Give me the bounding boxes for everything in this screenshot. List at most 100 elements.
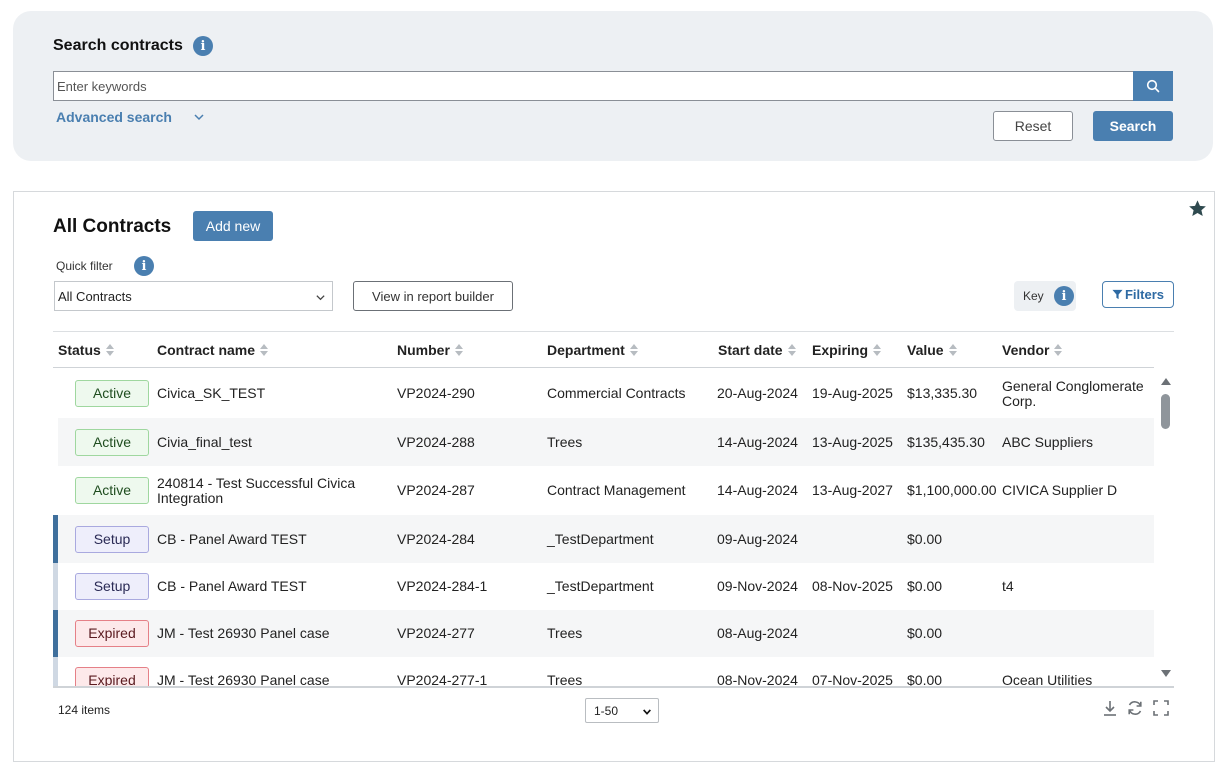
table-row[interactable]: Expired JM - Test 26930 Panel case VP202… (53, 657, 1154, 686)
contract-value: $0.00 (907, 672, 943, 687)
start-date: 08-Nov-2024 (717, 672, 798, 687)
refresh-icon[interactable] (1126, 699, 1144, 717)
chevron-down-icon (316, 295, 325, 301)
info-icon[interactable]: i (193, 36, 213, 56)
search-button[interactable]: Search (1093, 111, 1173, 141)
vendor (1002, 515, 1152, 563)
contract-name[interactable]: Civica_SK_TEST (157, 369, 387, 418)
contract-name[interactable]: 240814 - Test Successful Civica Integrat… (157, 466, 387, 515)
expiring-date: 08-Nov-2025 (812, 578, 893, 594)
contract-value: $0.00 (907, 625, 943, 641)
contract-number: VP2024-277 (397, 625, 475, 641)
column-label: Vendor (1002, 342, 1050, 358)
contract-number: VP2024-284 (397, 530, 475, 547)
sort-icon[interactable] (873, 343, 882, 357)
contract-number: VP2024-290 (397, 385, 475, 401)
column-header-department[interactable]: Department (547, 342, 639, 358)
column-header-vendor[interactable]: Vendor (1002, 342, 1063, 358)
vertical-scrollbar[interactable] (1157, 378, 1173, 678)
department: Trees (547, 672, 583, 687)
department: _TestDepartment (547, 578, 654, 594)
column-label: Contract name (157, 342, 256, 358)
column-label: Expiring (812, 342, 869, 358)
column-header-number[interactable]: Number (397, 342, 464, 358)
contract-value: $135,435.30 (907, 433, 985, 450)
status-badge: Expired (75, 620, 149, 647)
contract-name[interactable]: CB - Panel Award TEST (157, 563, 387, 610)
table-row[interactable]: Setup CB - Panel Award TEST VP2024-284-1… (53, 563, 1154, 610)
table-row[interactable]: Active Civia_final_test VP2024-288 Trees… (58, 418, 1154, 466)
star-icon[interactable] (1188, 199, 1207, 218)
sort-icon[interactable] (260, 343, 269, 357)
sort-icon[interactable] (105, 343, 115, 357)
info-icon[interactable]: i (1054, 286, 1074, 306)
table-row[interactable]: Active 240814 - Test Successful Civica I… (53, 466, 1154, 515)
scroll-thumb[interactable] (1161, 394, 1170, 429)
table-row[interactable]: Expired JM - Test 26930 Panel case VP202… (53, 610, 1154, 657)
department: Trees (547, 433, 583, 450)
quick-filter-select[interactable]: All Contracts (54, 281, 333, 311)
download-icon[interactable] (1101, 699, 1119, 717)
column-header-start-date[interactable]: Start date (718, 342, 797, 358)
add-new-button[interactable]: Add new (193, 211, 273, 241)
scroll-down-arrow-icon[interactable] (1161, 670, 1171, 677)
key-legend[interactable]: Key i (1014, 281, 1076, 311)
table-body: Active Civica_SK_TEST VP2024-290 Commerc… (53, 369, 1154, 686)
filters-button[interactable]: Filters (1102, 281, 1174, 308)
department: Commercial Contracts (547, 385, 686, 401)
start-date: 08-Aug-2024 (717, 625, 798, 641)
search-input[interactable] (53, 71, 1134, 101)
chevron-down-icon[interactable] (193, 111, 205, 123)
column-label: Value (907, 342, 944, 358)
start-date: 20-Aug-2024 (717, 385, 798, 401)
column-label: Number (397, 342, 450, 358)
sort-icon[interactable] (948, 343, 958, 357)
fullscreen-icon[interactable] (1152, 699, 1170, 717)
search-panel: Search contracts i Advanced search Reset… (13, 11, 1213, 161)
column-header-value[interactable]: Value (907, 342, 958, 358)
contracts-panel: All Contracts Add new Quick filter i All… (13, 191, 1215, 762)
reset-button[interactable]: Reset (993, 111, 1073, 141)
sort-icon[interactable] (787, 343, 797, 357)
department: Contract Management (547, 482, 686, 498)
sort-icon[interactable] (1054, 343, 1063, 357)
column-header-status[interactable]: Status (58, 342, 115, 358)
contract-value: $0.00 (907, 578, 943, 594)
vendor: General Conglomerate Corp. (1002, 377, 1144, 409)
contract-number: VP2024-287 (397, 482, 475, 498)
contract-value: $1,100,000.00 (907, 482, 997, 498)
page-size-select[interactable]: 1-50 (585, 698, 659, 723)
vendor (1002, 610, 1152, 657)
vendor: ABC Suppliers (1002, 433, 1094, 450)
page-title: All Contracts (53, 216, 172, 237)
sort-icon[interactable] (454, 343, 464, 357)
start-date: 14-Aug-2024 (717, 482, 798, 498)
items-count: 124 items (58, 703, 111, 717)
search-icon-button[interactable] (1133, 71, 1173, 101)
department: _TestDepartment (547, 530, 654, 547)
column-header-expiring[interactable]: Expiring (812, 342, 882, 358)
key-label: Key (1023, 289, 1044, 303)
search-icon (1146, 79, 1160, 93)
info-icon[interactable]: i (134, 256, 154, 276)
contract-name[interactable]: JM - Test 26930 Panel case (157, 657, 387, 687)
contract-name[interactable]: JM - Test 26930 Panel case (157, 610, 387, 657)
view-in-report-builder-button[interactable]: View in report builder (353, 281, 513, 311)
contract-name[interactable]: Civia_final_test (157, 418, 387, 466)
column-label: Department (547, 342, 625, 358)
table-row[interactable]: Setup CB - Panel Award TEST VP2024-284 _… (53, 515, 1154, 563)
advanced-search-toggle[interactable]: Advanced search (56, 109, 172, 125)
scroll-up-arrow-icon[interactable] (1161, 378, 1171, 385)
column-label: Status (58, 342, 101, 358)
expiring-date: 19-Aug-2025 (812, 385, 893, 401)
contract-name[interactable]: CB - Panel Award TEST (157, 515, 387, 563)
table-row[interactable]: Active Civica_SK_TEST VP2024-290 Commerc… (53, 369, 1154, 418)
expiring-date: 07-Nov-2025 (812, 672, 893, 687)
filter-icon (1112, 289, 1123, 300)
expiring-date: 13-Aug-2027 (812, 482, 893, 498)
vendor: CIVICA Supplier D (1002, 482, 1118, 498)
quick-filter-label: Quick filter (56, 259, 113, 273)
status-badge: Active (75, 428, 149, 456)
column-header-contract-name[interactable]: Contract name (157, 342, 269, 358)
sort-icon[interactable] (629, 343, 639, 357)
